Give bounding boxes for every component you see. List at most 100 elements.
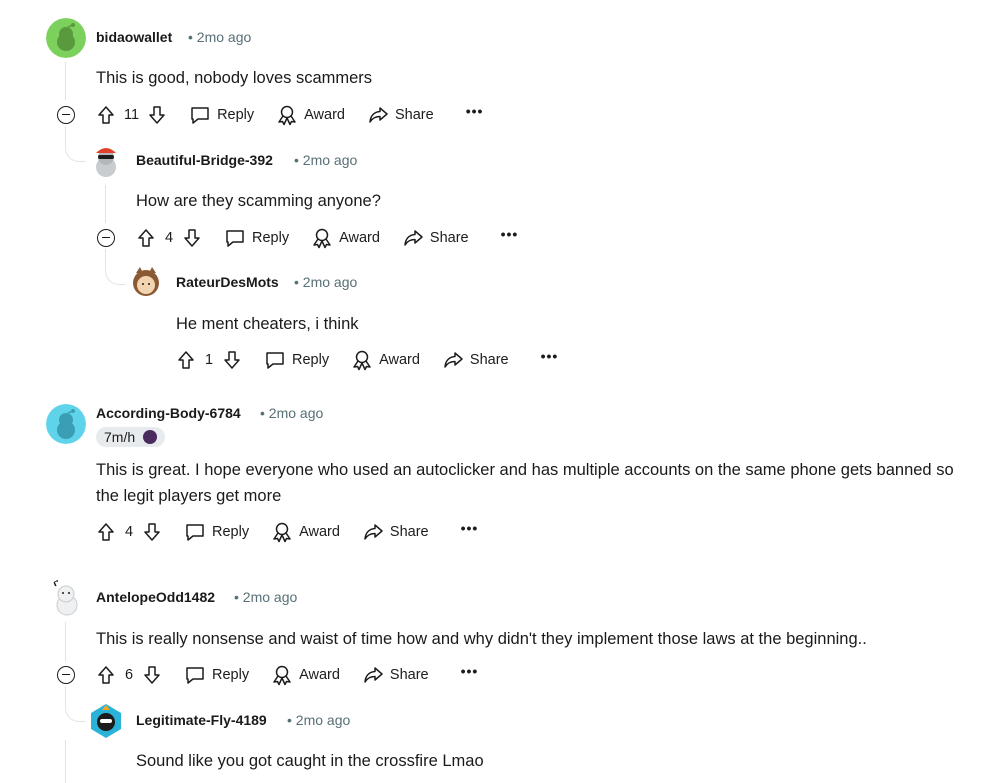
avatar[interactable] <box>46 404 86 444</box>
time-label: 2mo ago <box>268 405 324 421</box>
award-label: Award <box>299 667 340 683</box>
share-icon <box>444 352 463 368</box>
award-button[interactable]: Award <box>351 349 420 371</box>
award-button[interactable]: Award <box>271 664 340 686</box>
action-bar: 11 Reply Award Share ••• <box>96 103 483 127</box>
user-flair: 7m/h <box>96 427 166 447</box>
share-label: Share <box>389 667 429 683</box>
avatar[interactable] <box>86 701 126 741</box>
action-bar: 1 Reply Award Share ••• <box>176 348 558 372</box>
collapse-button[interactable] <box>97 229 115 247</box>
downvote-icon[interactable] <box>147 105 167 125</box>
award-label: Award <box>379 352 420 368</box>
more-options-button[interactable]: ••• <box>541 348 559 364</box>
timestamp: • 2mo ago <box>234 589 297 605</box>
downvote-icon[interactable] <box>222 350 242 370</box>
award-icon <box>353 350 371 371</box>
share-button[interactable]: Share <box>442 349 509 371</box>
thread-line <box>105 185 106 223</box>
comment-text: This is good, nobody loves scammers <box>96 69 373 87</box>
comment-text: This is great. I hope everyone who used … <box>96 461 954 505</box>
share-label: Share <box>394 107 434 123</box>
reply-label: Reply <box>212 667 250 683</box>
username[interactable]: bidaowallet <box>96 29 172 45</box>
reply-icon <box>191 107 209 124</box>
award-button[interactable]: Award <box>271 521 340 543</box>
avatar[interactable] <box>46 18 86 58</box>
more-options-button[interactable]: ••• <box>466 103 484 119</box>
award-icon <box>313 228 331 249</box>
thread-line <box>65 622 66 662</box>
award-button[interactable]: Award <box>311 227 380 249</box>
time-label: 2mo ago <box>302 274 358 290</box>
share-icon <box>404 230 423 246</box>
thread-line <box>65 62 66 100</box>
username[interactable]: Legitimate-Fly-4189 <box>136 712 267 728</box>
flair-text: 7m/h <box>104 429 136 445</box>
share-label: Share <box>429 230 469 246</box>
separator-dot: • <box>294 152 299 168</box>
username[interactable]: AntelopeOdd1482 <box>96 589 215 605</box>
username[interactable]: RateurDesMots <box>176 274 279 290</box>
reply-button[interactable]: Reply <box>184 664 249 686</box>
avatar[interactable] <box>86 141 126 181</box>
timestamp: • 2mo ago <box>188 29 251 45</box>
avatar[interactable] <box>126 263 166 303</box>
comment-text: This is really nonsense and waist of tim… <box>96 630 867 648</box>
reply-icon <box>186 667 204 684</box>
award-button[interactable]: Award <box>276 104 345 126</box>
vote-count: 1 <box>204 352 214 368</box>
reply-label: Reply <box>292 352 330 368</box>
vote-count: 6 <box>124 667 134 683</box>
reply-button[interactable]: Reply <box>264 349 329 371</box>
time-label: 2mo ago <box>302 152 358 168</box>
comment-text: How are they scamming anyone? <box>136 192 381 210</box>
share-button[interactable]: Share <box>362 664 429 686</box>
upvote-icon[interactable] <box>96 105 116 125</box>
award-icon <box>278 105 296 126</box>
comment-text: He ment cheaters, i think <box>176 315 359 333</box>
vote-count: 4 <box>164 230 174 246</box>
username[interactable]: According-Body-6784 <box>96 405 241 421</box>
upvote-icon[interactable] <box>176 350 196 370</box>
timestamp: • 2mo ago <box>294 152 357 168</box>
collapse-button[interactable] <box>57 106 75 124</box>
upvote-icon[interactable] <box>96 665 116 685</box>
action-bar: 6 Reply Award Share ••• <box>96 663 478 687</box>
award-label: Award <box>339 230 380 246</box>
more-options-button[interactable]: ••• <box>461 663 479 679</box>
reply-icon <box>266 352 284 369</box>
share-button[interactable]: Share <box>362 521 429 543</box>
award-icon <box>273 522 291 543</box>
share-button[interactable]: Share <box>367 104 434 126</box>
timestamp: • 2mo ago <box>287 712 350 728</box>
more-options-button[interactable]: ••• <box>461 520 479 536</box>
downvote-icon[interactable] <box>142 665 162 685</box>
reply-label: Reply <box>252 230 290 246</box>
share-label: Share <box>389 524 429 540</box>
more-options-button[interactable]: ••• <box>501 226 519 242</box>
timestamp: • 2mo ago <box>260 405 323 421</box>
avatar[interactable] <box>46 578 86 618</box>
time-label: 2mo ago <box>196 29 252 45</box>
vote-count: 4 <box>124 524 134 540</box>
timestamp: • 2mo ago <box>294 274 357 290</box>
reply-button[interactable]: Reply <box>184 521 249 543</box>
upvote-icon[interactable] <box>136 228 156 248</box>
action-bar: 4 Reply Award Share ••• <box>136 226 518 250</box>
share-button[interactable]: Share <box>402 227 469 249</box>
downvote-icon[interactable] <box>142 522 162 542</box>
thread-line <box>65 740 66 783</box>
reply-button[interactable]: Reply <box>224 227 289 249</box>
reply-button[interactable]: Reply <box>189 104 254 126</box>
action-bar: 4 Reply Award Share ••• <box>96 520 478 544</box>
award-icon <box>273 665 291 686</box>
username[interactable]: Beautiful-Bridge-392 <box>136 152 273 168</box>
share-icon <box>364 667 383 683</box>
thread-connector <box>65 703 86 722</box>
upvote-icon[interactable] <box>96 522 116 542</box>
reply-label: Reply <box>217 107 255 123</box>
downvote-icon[interactable] <box>182 228 202 248</box>
thread-connector <box>105 266 126 285</box>
collapse-button[interactable] <box>57 666 75 684</box>
